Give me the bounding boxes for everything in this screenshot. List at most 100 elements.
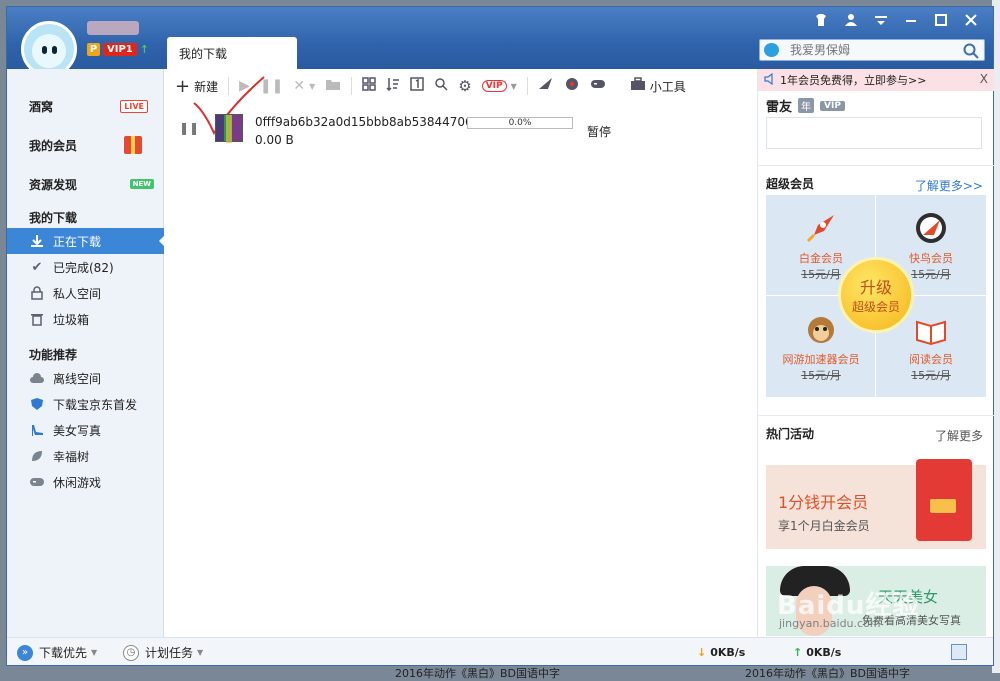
sort-button[interactable] [386,77,400,95]
sidebar-item-label: 酒窝 [29,99,54,114]
speedup-button[interactable] [564,77,580,95]
super-vip-title: 超级会员 [766,177,815,191]
rocket-icon [806,215,834,243]
kuainiao-button[interactable] [538,77,554,95]
task-progress-bar: 0.0% [467,117,573,129]
speaker-icon [764,72,776,88]
gift-icon [124,136,142,154]
download-task-row[interactable]: ❚❚ 0fff9ab6b32a0d15bbb8ab53844706... 0.0… [165,109,755,149]
priority-label: 下载优先 [39,646,88,660]
sidebar-item-xiazaibao[interactable]: 下载宝京东首发 [7,391,164,417]
settings-button[interactable]: ⚙ [458,77,471,95]
watermark-url: jingyan.baidu.com [779,617,881,630]
sidebar-item-beauty-photos[interactable]: 美女写真 [7,417,164,443]
delete-button[interactable]: ✕ ▼ [293,78,315,94]
vip-button[interactable]: VIP ▼ [481,80,517,92]
upload-speed-value: 0KB/s [806,646,842,659]
sidebar-item-trash[interactable]: 垃圾箱 [7,306,164,332]
sidebar-item-label: 资源发现 [29,177,78,192]
user-icon[interactable] [839,13,863,33]
panel-toggle-icon[interactable] [951,644,967,660]
arrow-down-icon: ↓ [697,646,707,659]
monkey-icon [808,317,834,343]
gamepad-icon [590,78,606,94]
sidebar-item-resource-discovery[interactable]: 资源发现 NEW [7,171,164,197]
delete-icon: ✕ [293,78,306,94]
upgrade-super-vip-button[interactable]: 升级 超级会员 [838,257,914,333]
sidebar-item-casual-games[interactable]: 休闲游戏 [7,469,164,495]
title-bar: P VIP1 ↑ 我的下载 [7,7,993,77]
priority-icon: » [17,644,33,661]
sidebar-item-label: 私人空间 [53,286,102,301]
leiyou-input-box[interactable] [766,117,982,149]
sidebar-item-downloading[interactable]: 正在下载 [7,228,165,254]
sidebar-item-private-space[interactable]: 私人空间 [7,280,164,306]
hot-events-title: 热门活动 [766,427,815,441]
menu-icon[interactable] [869,13,893,33]
pause-icon[interactable]: ❚❚ [179,121,199,135]
red-envelope-icon [916,459,972,541]
username-blurred[interactable] [87,21,139,35]
maximize-icon[interactable] [929,13,953,33]
sidebar-item-completed[interactable]: ✔ 已完成(82) [7,254,164,280]
right-panel: 1年会员免费得，立即参与>> X 雷友 年 VIP 超级会员 了解更多>> 白金… [757,69,994,637]
scheduled-tasks-dropdown[interactable]: ◷ 计划任务 ▼ [123,644,203,661]
vip-level-label: VIP1 [103,43,137,56]
vip-badge[interactable]: P VIP1 ↑ [87,43,149,56]
toolbox-icon [630,77,646,95]
search-box [759,39,985,61]
sidebar-item-happiness-tree[interactable]: 幸福树 [7,443,164,469]
sidebar-item-my-vip[interactable]: 我的会员 [7,132,164,158]
gear-icon: ⚙ [458,77,472,95]
skin-icon[interactable] [809,13,833,33]
leiyou-title: 雷友 [766,100,793,115]
sidebar-item-label: 我的会员 [29,138,78,153]
sidebar-item-jiuwo[interactable]: 酒窝 LIVE [7,93,164,119]
sidebar: 酒窝 LIVE 我的会员 资源发现 NEW 我的下载 正在下载 ✔ 已完成(82… [7,69,165,637]
grid-view-button[interactable] [362,77,376,95]
super-vip-more-link[interactable]: 了解更多>> [915,177,983,194]
sidebar-item-offline-space[interactable]: 离线空间 [7,365,164,391]
app-window: P VIP1 ↑ 我的下载 我爱男保姆 酒窝 LIVE 我的会员 资源发现 NE… [6,6,994,666]
book-icon [916,320,946,346]
live-badge: LIVE [120,100,148,113]
close-icon[interactable] [959,13,983,33]
high-heel-icon [29,422,45,438]
open-folder-button[interactable] [325,77,341,95]
single-task-button[interactable] [410,77,424,95]
tools-button[interactable]: 小工具 [630,77,686,95]
active-indicator [159,235,165,247]
vip-grid: 白金会员 15元/月 快鸟会员 15元/月 网游加速器会员 15元/月 阅读会员… [766,195,986,397]
vip-cell-price: 15元/月 [801,369,841,382]
chevron-down-icon: ▼ [197,648,204,657]
tab-my-downloads[interactable]: 我的下载 [167,37,297,70]
vip-cell-price: 15元/月 [911,369,951,382]
section-my-downloads: 我的下载 [29,211,78,225]
hot-events-more-link[interactable]: 了解更多 [935,427,983,444]
task-status: 暂停 [587,125,612,139]
clock-icon: ◷ [123,644,139,661]
search-icon[interactable] [962,42,980,60]
sidebar-item-label: 正在下载 [53,234,102,249]
checkmark-icon: ✔ [31,259,43,275]
background-text: 2016年动作《黑白》BD国语中字 [395,667,561,680]
search-task-button[interactable] [434,77,448,95]
banner-subtitle: 享1个月白金会员 [778,519,870,533]
download-priority-dropdown[interactable]: » 下载优先 ▼ [17,644,97,661]
minimize-icon[interactable] [899,13,923,33]
upload-speed: ↑ 0KB/s [793,646,841,659]
sort-icon [386,77,400,95]
sidebar-item-label: 美女写真 [53,423,102,438]
sidebar-item-label: 已完成(82) [53,260,114,275]
tools-label: 小工具 [649,79,686,94]
search-input[interactable] [790,42,950,58]
banner-one-cent-vip[interactable]: 1分钱开会员 享1个月白金会员 [766,459,986,549]
plus-icon: + [175,75,191,97]
promo-close-button[interactable]: X [980,72,988,86]
promo-bar[interactable]: 1年会员免费得，立即参与>> X [758,69,994,91]
task-filename: 0fff9ab6b32a0d15bbb8ab53844706... [255,115,485,129]
schedule-label: 计划任务 [145,646,194,660]
banner-title: 1分钱开会员 [778,493,869,512]
kuainiao-icon [916,213,946,243]
game-button[interactable] [590,78,606,94]
